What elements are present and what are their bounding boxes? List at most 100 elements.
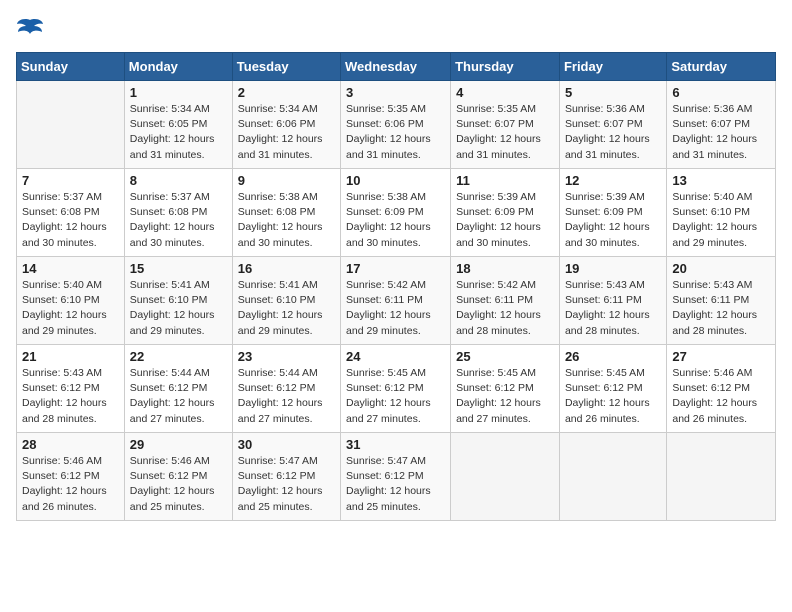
day-number: 10 xyxy=(346,173,445,188)
day-number: 8 xyxy=(130,173,227,188)
week-row-5: 28Sunrise: 5:46 AMSunset: 6:12 PMDayligh… xyxy=(17,433,776,521)
logo-bird-icon xyxy=(16,16,44,40)
day-info: Sunrise: 5:43 AMSunset: 6:11 PMDaylight:… xyxy=(565,278,661,339)
day-info: Sunrise: 5:42 AMSunset: 6:11 PMDaylight:… xyxy=(346,278,445,339)
day-info: Sunrise: 5:42 AMSunset: 6:11 PMDaylight:… xyxy=(456,278,554,339)
calendar-cell: 21 Sunrise: 5:43 AMSunset: 6:12 PMDayligh… xyxy=(17,345,125,433)
day-number: 7 xyxy=(22,173,119,188)
calendar-cell: 18 Sunrise: 5:42 AMSunset: 6:11 PMDayligh… xyxy=(451,257,560,345)
day-info: Sunrise: 5:38 AMSunset: 6:09 PMDaylight:… xyxy=(346,190,445,251)
calendar-cell: 24Sunrise: 5:45 AMSunset: 6:12 PMDayligh… xyxy=(341,345,451,433)
day-number: 27 xyxy=(672,349,770,364)
calendar-cell xyxy=(559,433,666,521)
day-number: 15 xyxy=(130,261,227,276)
day-info: Sunrise: 5:35 AMSunset: 6:06 PMDaylight:… xyxy=(346,102,445,163)
calendar-cell: 7 Sunrise: 5:37 AMSunset: 6:08 PMDaylight… xyxy=(17,169,125,257)
calendar-cell: 1 Sunrise: 5:34 AMSunset: 6:05 PMDaylight… xyxy=(124,81,232,169)
day-number: 20 xyxy=(672,261,770,276)
day-number: 3 xyxy=(346,85,445,100)
day-info: Sunrise: 5:41 AMSunset: 6:10 PMDaylight:… xyxy=(238,278,335,339)
day-number: 14 xyxy=(22,261,119,276)
calendar-cell: 4 Sunrise: 5:35 AMSunset: 6:07 PMDaylight… xyxy=(451,81,560,169)
calendar-cell: 13Sunrise: 5:40 AMSunset: 6:10 PMDayligh… xyxy=(667,169,776,257)
calendar-cell: 5Sunrise: 5:36 AMSunset: 6:07 PMDaylight… xyxy=(559,81,666,169)
calendar-cell: 26Sunrise: 5:45 AMSunset: 6:12 PMDayligh… xyxy=(559,345,666,433)
calendar-cell: 22Sunrise: 5:44 AMSunset: 6:12 PMDayligh… xyxy=(124,345,232,433)
day-number: 12 xyxy=(565,173,661,188)
day-info: Sunrise: 5:40 AMSunset: 6:10 PMDaylight:… xyxy=(672,190,770,251)
page-header xyxy=(16,16,776,40)
day-info: Sunrise: 5:39 AMSunset: 6:09 PMDaylight:… xyxy=(565,190,661,251)
week-row-2: 7 Sunrise: 5:37 AMSunset: 6:08 PMDaylight… xyxy=(17,169,776,257)
day-info: Sunrise: 5:35 AMSunset: 6:07 PMDaylight:… xyxy=(456,102,554,163)
calendar-cell: 20 Sunrise: 5:43 AMSunset: 6:11 PMDayligh… xyxy=(667,257,776,345)
day-info: Sunrise: 5:46 AMSunset: 6:12 PMDaylight:… xyxy=(130,454,227,515)
day-number: 23 xyxy=(238,349,335,364)
header-cell-saturday: Saturday xyxy=(667,53,776,81)
calendar-cell: 31 Sunrise: 5:47 AMSunset: 6:12 PMDayligh… xyxy=(341,433,451,521)
day-number: 18 xyxy=(456,261,554,276)
day-number: 21 xyxy=(22,349,119,364)
day-info: Sunrise: 5:46 AMSunset: 6:12 PMDaylight:… xyxy=(22,454,119,515)
day-info: Sunrise: 5:41 AMSunset: 6:10 PMDaylight:… xyxy=(130,278,227,339)
header-cell-wednesday: Wednesday xyxy=(341,53,451,81)
calendar-cell: 14 Sunrise: 5:40 AMSunset: 6:10 PMDayligh… xyxy=(17,257,125,345)
day-info: Sunrise: 5:47 AMSunset: 6:12 PMDaylight:… xyxy=(346,454,445,515)
calendar-cell: 19 Sunrise: 5:43 AMSunset: 6:11 PMDayligh… xyxy=(559,257,666,345)
calendar-cell xyxy=(451,433,560,521)
calendar-cell: 8 Sunrise: 5:37 AMSunset: 6:08 PMDaylight… xyxy=(124,169,232,257)
calendar-cell: 15 Sunrise: 5:41 AMSunset: 6:10 PMDayligh… xyxy=(124,257,232,345)
day-number: 6 xyxy=(672,85,770,100)
header-row: SundayMondayTuesdayWednesdayThursdayFrid… xyxy=(17,53,776,81)
day-info: Sunrise: 5:43 AMSunset: 6:11 PMDaylight:… xyxy=(672,278,770,339)
week-row-4: 21 Sunrise: 5:43 AMSunset: 6:12 PMDayligh… xyxy=(17,345,776,433)
header-cell-tuesday: Tuesday xyxy=(232,53,340,81)
calendar-cell: 6 Sunrise: 5:36 AMSunset: 6:07 PMDaylight… xyxy=(667,81,776,169)
day-info: Sunrise: 5:37 AMSunset: 6:08 PMDaylight:… xyxy=(130,190,227,251)
calendar-cell: 29 Sunrise: 5:46 AMSunset: 6:12 PMDayligh… xyxy=(124,433,232,521)
week-row-1: 1 Sunrise: 5:34 AMSunset: 6:05 PMDaylight… xyxy=(17,81,776,169)
day-info: Sunrise: 5:36 AMSunset: 6:07 PMDaylight:… xyxy=(565,102,661,163)
day-number: 31 xyxy=(346,437,445,452)
day-number: 16 xyxy=(238,261,335,276)
calendar-cell: 28Sunrise: 5:46 AMSunset: 6:12 PMDayligh… xyxy=(17,433,125,521)
calendar-table: SundayMondayTuesdayWednesdayThursdayFrid… xyxy=(16,52,776,521)
day-number: 26 xyxy=(565,349,661,364)
calendar-cell: 17 Sunrise: 5:42 AMSunset: 6:11 PMDayligh… xyxy=(341,257,451,345)
day-number: 1 xyxy=(130,85,227,100)
header-cell-thursday: Thursday xyxy=(451,53,560,81)
calendar-cell: 10 Sunrise: 5:38 AMSunset: 6:09 PMDayligh… xyxy=(341,169,451,257)
header-cell-sunday: Sunday xyxy=(17,53,125,81)
day-info: Sunrise: 5:47 AMSunset: 6:12 PMDaylight:… xyxy=(238,454,335,515)
week-row-3: 14 Sunrise: 5:40 AMSunset: 6:10 PMDayligh… xyxy=(17,257,776,345)
calendar-cell: 2 Sunrise: 5:34 AMSunset: 6:06 PMDaylight… xyxy=(232,81,340,169)
day-number: 19 xyxy=(565,261,661,276)
calendar-cell xyxy=(17,81,125,169)
calendar-cell: 11 Sunrise: 5:39 AMSunset: 6:09 PMDayligh… xyxy=(451,169,560,257)
day-info: Sunrise: 5:45 AMSunset: 6:12 PMDaylight:… xyxy=(456,366,554,427)
header-cell-monday: Monday xyxy=(124,53,232,81)
day-number: 11 xyxy=(456,173,554,188)
calendar-cell: 9Sunrise: 5:38 AMSunset: 6:08 PMDaylight… xyxy=(232,169,340,257)
calendar-cell: 16 Sunrise: 5:41 AMSunset: 6:10 PMDayligh… xyxy=(232,257,340,345)
day-info: Sunrise: 5:34 AMSunset: 6:05 PMDaylight:… xyxy=(130,102,227,163)
calendar-cell: 12 Sunrise: 5:39 AMSunset: 6:09 PMDayligh… xyxy=(559,169,666,257)
day-number: 4 xyxy=(456,85,554,100)
day-number: 22 xyxy=(130,349,227,364)
day-info: Sunrise: 5:34 AMSunset: 6:06 PMDaylight:… xyxy=(238,102,335,163)
day-info: Sunrise: 5:37 AMSunset: 6:08 PMDaylight:… xyxy=(22,190,119,251)
day-info: Sunrise: 5:39 AMSunset: 6:09 PMDaylight:… xyxy=(456,190,554,251)
day-number: 2 xyxy=(238,85,335,100)
day-number: 17 xyxy=(346,261,445,276)
calendar-cell: 23Sunrise: 5:44 AMSunset: 6:12 PMDayligh… xyxy=(232,345,340,433)
day-number: 29 xyxy=(130,437,227,452)
calendar-cell: 30Sunrise: 5:47 AMSunset: 6:12 PMDayligh… xyxy=(232,433,340,521)
day-number: 25 xyxy=(456,349,554,364)
day-info: Sunrise: 5:46 AMSunset: 6:12 PMDaylight:… xyxy=(672,366,770,427)
logo xyxy=(16,16,48,40)
day-info: Sunrise: 5:43 AMSunset: 6:12 PMDaylight:… xyxy=(22,366,119,427)
day-info: Sunrise: 5:36 AMSunset: 6:07 PMDaylight:… xyxy=(672,102,770,163)
day-info: Sunrise: 5:45 AMSunset: 6:12 PMDaylight:… xyxy=(346,366,445,427)
day-info: Sunrise: 5:40 AMSunset: 6:10 PMDaylight:… xyxy=(22,278,119,339)
calendar-cell xyxy=(667,433,776,521)
